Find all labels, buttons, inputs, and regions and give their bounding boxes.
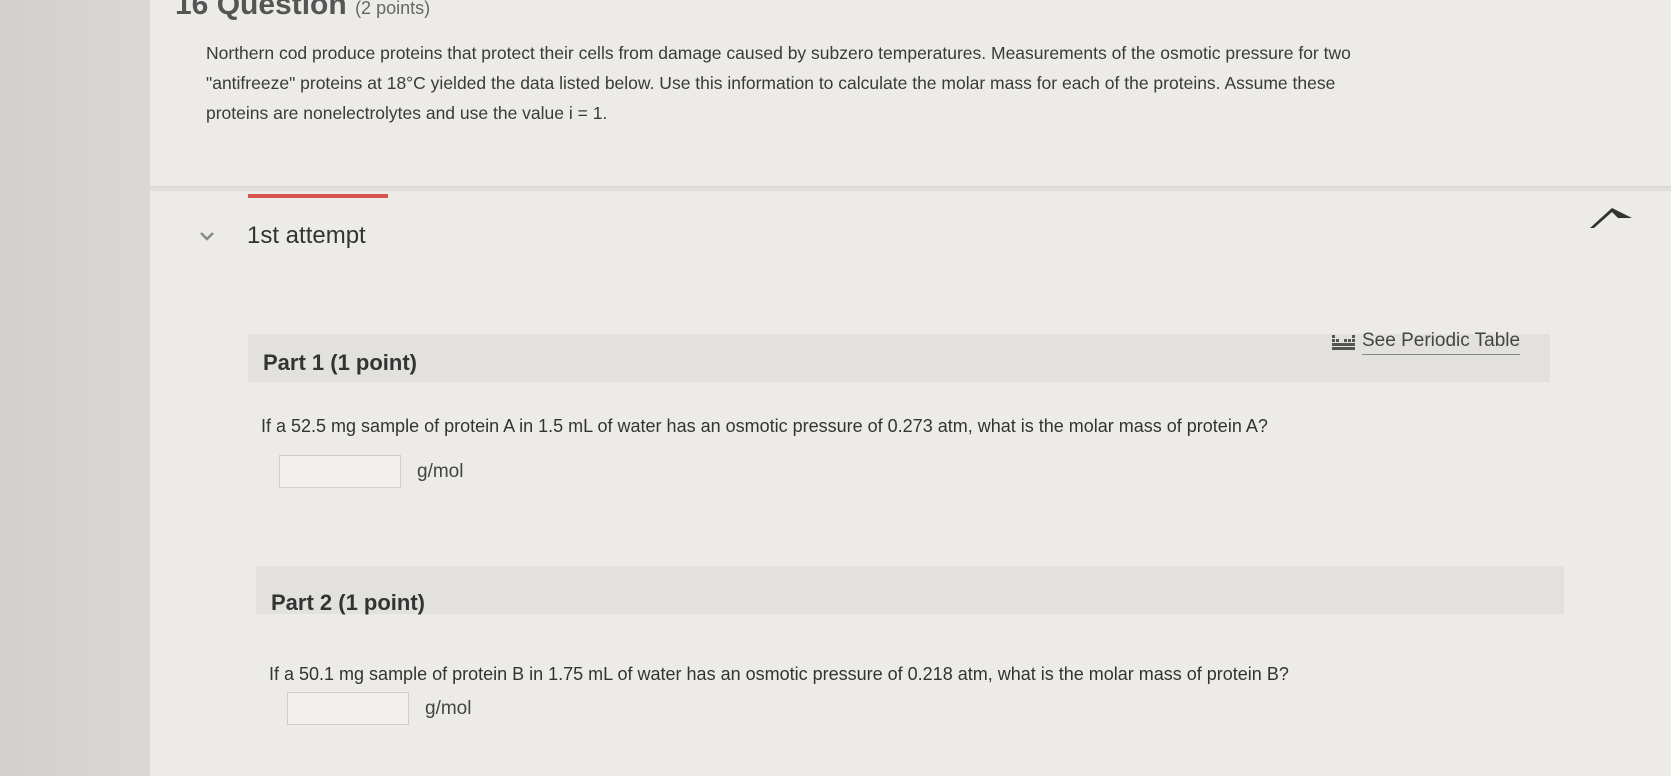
part-1-answer-input[interactable] — [279, 455, 401, 488]
prompt-line-1: Northern cod produce proteins that prote… — [206, 43, 1351, 63]
section-divider — [150, 186, 1671, 191]
periodic-table-icon — [1332, 333, 1356, 353]
part-1-unit: g/mol — [417, 460, 464, 482]
part-2-answer-row: g/mol — [287, 692, 471, 725]
part-1-question: If a 52.5 mg sample of protein A in 1.5 … — [261, 416, 1268, 436]
part-2-header-bar — [256, 566, 1564, 614]
attempt-accent-bar — [248, 194, 388, 198]
part-2-question: If a 50.1 mg sample of protein B in 1.75… — [269, 664, 1289, 684]
see-periodic-table-label[interactable]: See Periodic Table — [1362, 330, 1521, 355]
part-1-title: Part 1 (1 point) — [263, 350, 418, 375]
part-2-title: Part 2 (1 point) — [271, 590, 426, 615]
attempt-title: 1st attempt — [247, 222, 366, 249]
flag-icon[interactable] — [1588, 204, 1634, 230]
left-gutter — [0, 0, 150, 776]
attempt-header[interactable]: 1st attempt — [197, 222, 366, 250]
question-points: (2 points) — [355, 0, 431, 18]
chevron-down-icon[interactable] — [197, 226, 217, 246]
part-2-unit: g/mol — [425, 697, 472, 719]
prompt-line-3: proteins are nonelectrolytes and use the… — [206, 103, 608, 123]
question-prompt: Northern cod produce proteins that prote… — [206, 38, 1596, 128]
see-periodic-table-link[interactable]: See Periodic Table — [1332, 330, 1521, 355]
prompt-line-2: "antifreeze" proteins at 18°C yielded th… — [206, 73, 1336, 93]
question-header: 16 Question (2 points) — [175, 0, 430, 22]
part-2-answer-input[interactable] — [287, 692, 409, 725]
question-number-title: 16 Question — [175, 0, 347, 21]
part-1-answer-row: g/mol — [279, 455, 463, 488]
